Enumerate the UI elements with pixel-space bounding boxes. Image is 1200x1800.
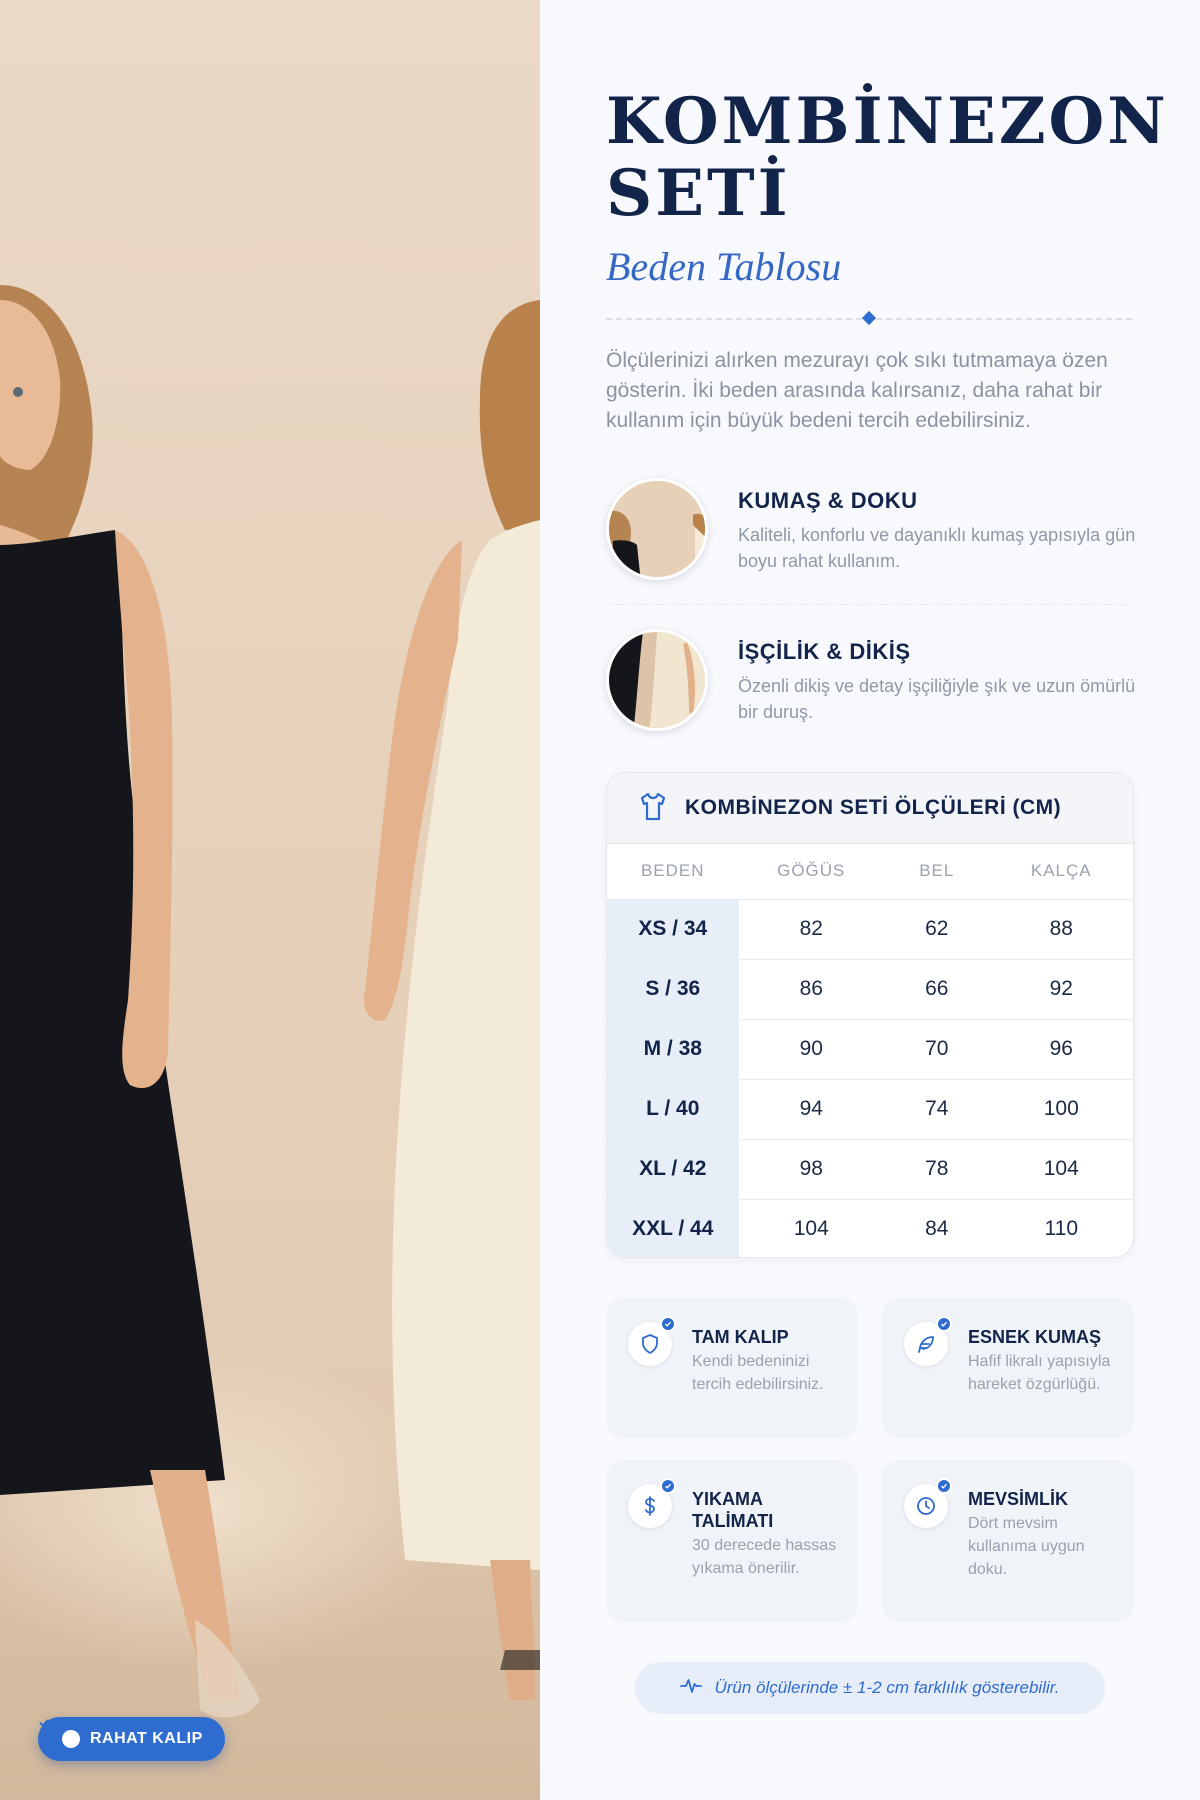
chest-cell: 98 <box>738 1139 884 1200</box>
craftsmanship-thumbnail <box>606 629 708 731</box>
rahat-kalip-badge: RAHAT KALIP <box>38 1717 225 1761</box>
check-dot-icon <box>660 1316 676 1332</box>
table-row: XS / 34 82 62 88 <box>607 899 1133 960</box>
table-row: XL / 42 98 78 104 <box>607 1139 1133 1200</box>
size-table-header: KOMBİNEZON SETİ ÖLÇÜLERİ (CM) <box>607 773 1133 844</box>
waist-cell: 74 <box>884 1079 990 1140</box>
size-cell: L / 40 <box>607 1079 739 1140</box>
column-header-hip: KALÇA <box>989 844 1133 900</box>
table-row: L / 40 94 74 100 <box>607 1079 1133 1140</box>
feature-divider <box>606 604 1132 605</box>
size-cell: XL / 42 <box>607 1139 739 1200</box>
chest-cell: 82 <box>738 899 884 960</box>
feature-fabric: KUMAŞ & DOKU Kaliteli, konforlu ve dayan… <box>606 478 1146 582</box>
info-card-season: MEVSİMLİK Dört mevsim kullanıma uygun do… <box>882 1460 1134 1622</box>
fabric-thumbnail <box>606 478 708 580</box>
measurement-note: Ürün ölçülerinde ± 1-2 cm farklılık göst… <box>635 1662 1105 1714</box>
size-guide-panel: KOMBİNEZON SETİ Beden Tablosu Ölçülerini… <box>540 0 1200 1800</box>
measurement-note-text: Ürün ölçülerinde ± 1-2 cm farklılık göst… <box>714 1678 1060 1697</box>
product-title: KOMBİNEZON SETİ <box>606 84 1169 231</box>
table-row: XXL / 44 104 84 110 <box>607 1199 1133 1257</box>
hip-cell: 100 <box>989 1079 1133 1140</box>
info-card-fit: TAM KALIP Kendi bedeninizi tercih edebil… <box>606 1298 858 1438</box>
feature-craftsmanship-title: İŞÇİLİK & DİKİŞ <box>738 639 911 664</box>
product-photo: RAHAT KALIP <box>0 0 540 1800</box>
hip-cell: 96 <box>989 1019 1133 1080</box>
waist-cell: 84 <box>925 1217 949 1241</box>
size-table-card: KOMBİNEZON SETİ ÖLÇÜLERİ (CM) BEDEN GÖĞÜ… <box>606 772 1134 1258</box>
info-card-stretch-title: ESNEK KUMAŞ <box>968 1327 1102 1347</box>
check-dot-icon <box>936 1478 952 1494</box>
hip-cell: 88 <box>989 899 1133 960</box>
feature-craftsmanship-description: Özenli dikiş ve detay işçiliğiyle şık ve… <box>738 676 1136 722</box>
badge-label: RAHAT KALIP <box>90 1730 203 1747</box>
column-header-waist: BEL <box>884 844 990 900</box>
product-subtitle: Beden Tablosu <box>606 244 842 289</box>
chest-cell: 104 <box>793 1217 829 1241</box>
check-dot-icon <box>660 1478 676 1494</box>
info-card-season-description: Dört mevsim kullanıma uygun doku. <box>968 1515 1085 1578</box>
size-table-title: KOMBİNEZON SETİ ÖLÇÜLERİ (CM) <box>685 796 1062 819</box>
waist-cell: 70 <box>884 1019 990 1080</box>
waist-cell: 62 <box>884 899 990 960</box>
feature-fabric-description: Kaliteli, konforlu ve dayanıklı kumaş ya… <box>738 525 1136 571</box>
table-row: S / 36 86 66 92 <box>607 959 1133 1020</box>
size-table: BEDEN GÖĞÜS BEL KALÇA XS / 34 82 62 88 S… <box>607 844 1133 1257</box>
info-card-washing-title: YIKAMA TALİMATI <box>692 1489 774 1531</box>
info-card-stretch-description: Hafif likralı yapısıyla hareket özgürlüğ… <box>968 1353 1111 1393</box>
feature-craftsmanship: İŞÇİLİK & DİKİŞ Özenli dikiş ve detay iş… <box>606 629 1146 733</box>
divider-diamond-icon <box>861 310 877 326</box>
chest-cell: 86 <box>738 959 884 1020</box>
tshirt-icon <box>637 790 669 826</box>
table-row: M / 38 90 70 96 <box>607 1019 1133 1080</box>
info-card-fit-title: TAM KALIP <box>692 1327 789 1347</box>
check-dot-icon <box>936 1316 952 1332</box>
size-cell: XS / 34 <box>607 899 739 960</box>
check-circle-icon <box>39 1719 80 1748</box>
feature-fabric-title: KUMAŞ & DOKU <box>738 488 918 513</box>
waist-cell: 66 <box>884 959 990 1020</box>
size-table-head-row: BEDEN GÖĞÜS BEL KALÇA <box>607 844 1133 900</box>
intro-text: Ölçülerinizi alırken mezurayı çok sıkı t… <box>606 349 1108 432</box>
info-card-season-title: MEVSİMLİK <box>968 1489 1069 1509</box>
info-card-washing-description: 30 derecede hassas yıkama önerilir. <box>692 1537 837 1577</box>
chest-cell: 94 <box>738 1079 884 1140</box>
hip-cell: 110 <box>1044 1217 1078 1241</box>
info-card-stretch: ESNEK KUMAŞ Hafif likralı yapısıyla hare… <box>882 1298 1134 1438</box>
hip-cell: 104 <box>989 1139 1133 1200</box>
activity-icon <box>680 1677 703 1700</box>
info-card-washing: YIKAMA TALİMATI 30 derecede hassas yıkam… <box>606 1460 858 1622</box>
column-header-chest: GÖĞÜS <box>738 844 884 900</box>
size-cell: S / 36 <box>607 959 739 1020</box>
info-card-fit-description: Kendi bedeninizi tercih edebilirsiniz. <box>692 1353 824 1393</box>
column-header-size: BEDEN <box>607 844 739 900</box>
size-cell: XXL / 44 <box>607 1199 739 1257</box>
chest-cell: 90 <box>738 1019 884 1080</box>
hip-cell: 92 <box>989 959 1133 1020</box>
size-cell: M / 38 <box>607 1019 739 1080</box>
models-illustration <box>0 285 540 1718</box>
waist-cell: 78 <box>884 1139 990 1200</box>
